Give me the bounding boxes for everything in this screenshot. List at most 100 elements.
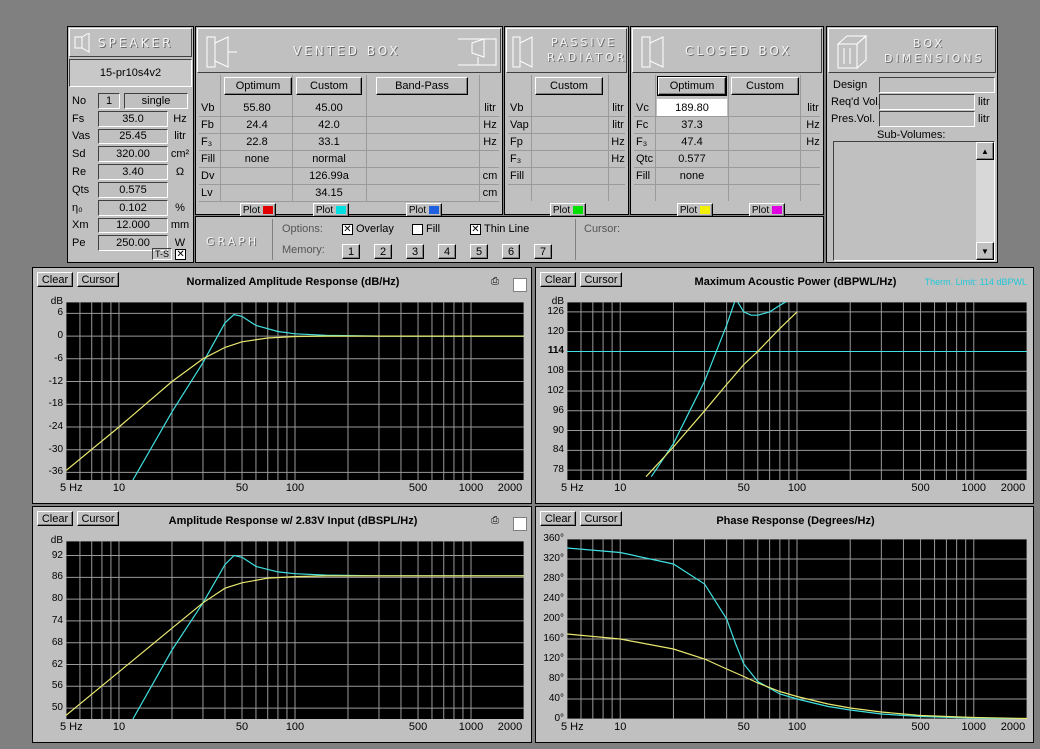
fill-checkbox[interactable] [412, 223, 423, 235]
closed-cus-2[interactable] [729, 133, 799, 150]
pres-vol-field[interactable] [879, 111, 975, 127]
memory-button-2[interactable]: 2 [374, 244, 392, 259]
chart-clear-button-1[interactable]: Clear [540, 272, 576, 287]
vented-bandpass-button[interactable]: Band-Pass [376, 77, 468, 95]
vented-cus-3[interactable]: normal [294, 150, 364, 167]
closed-cus-4[interactable] [729, 167, 799, 184]
closed-optimum-button[interactable]: Optimum [657, 76, 727, 96]
vented-cus-1[interactable]: 42.0 [294, 116, 364, 133]
plot-svg-2[interactable] [66, 541, 524, 719]
closed-cus-3[interactable] [729, 150, 799, 167]
thin-line-checkbox[interactable]: ✕ [470, 223, 481, 235]
param-extra-0[interactable]: single [124, 93, 188, 109]
vented-cus-5[interactable]: 34.15 [294, 184, 364, 201]
thin-line-option[interactable]: ✕ Thin Line [470, 223, 529, 235]
param-value-4[interactable]: 3.40 [98, 164, 168, 180]
chart-cursor-button-3[interactable]: Cursor [580, 511, 622, 526]
ts-label: T-S [152, 248, 173, 260]
closed-opt-0[interactable]: 189.80 [657, 99, 727, 116]
closed-cus-0[interactable] [729, 99, 799, 116]
overlay-checkbox[interactable]: ✕ [342, 223, 353, 235]
memory-button-3[interactable]: 3 [406, 244, 424, 259]
vented-opt-3[interactable]: none [222, 150, 292, 167]
print-icon-0[interactable]: ⎙ [491, 276, 509, 288]
passive-null-1[interactable] [533, 116, 607, 133]
passive-row-name-1: Vap [510, 118, 529, 131]
passive-null-4[interactable] [533, 167, 607, 184]
vented-bp-3[interactable] [368, 150, 468, 167]
closed-plot-button-1[interactable]: Plot [749, 203, 785, 217]
design-field[interactable] [879, 77, 995, 93]
closed-cus-1[interactable] [729, 116, 799, 133]
param-value-2[interactable]: 25.45 [98, 128, 168, 145]
vented-plot-button-0[interactable]: Plot [240, 203, 276, 217]
vented-bp-4[interactable] [368, 167, 468, 184]
print-icon-2[interactable]: ⎙ [491, 515, 509, 527]
memory-button-4[interactable]: 4 [438, 244, 456, 259]
plot-svg-3[interactable] [567, 539, 1027, 719]
vented-opt-5[interactable] [222, 184, 292, 201]
closed-opt-4[interactable]: none [657, 167, 727, 184]
scroll-up-button[interactable]: ▲ [976, 142, 994, 160]
passive-custom-button[interactable]: Custom [535, 77, 603, 95]
passive-null-0[interactable] [533, 99, 607, 116]
plot-svg-0[interactable] [66, 302, 524, 480]
vented-bp-5[interactable] [368, 184, 468, 201]
passive-null-3[interactable] [533, 150, 607, 167]
ts-checkbox[interactable]: ✕ [175, 249, 187, 260]
vented-optimum-button[interactable]: Optimum [224, 77, 292, 95]
memory-button-5[interactable]: 5 [470, 244, 488, 259]
param-value-7[interactable]: 12.000 [98, 217, 168, 234]
design-label: Design [833, 79, 868, 91]
scroll-down-button[interactable]: ▼ [976, 242, 994, 260]
chart-cursor-button-1[interactable]: Cursor [580, 272, 622, 287]
param-value-3[interactable]: 320.00 [98, 146, 168, 163]
chart-clear-button-3[interactable]: Clear [540, 511, 576, 526]
vented-plot-button-2[interactable]: Plot [406, 203, 442, 217]
closed-opt-2[interactable]: 47.4 [657, 133, 727, 150]
vented-opt-2[interactable]: 22.8 [222, 133, 292, 150]
reqd-vol-field[interactable] [879, 94, 975, 110]
vented-custom-button[interactable]: Custom [296, 77, 362, 95]
memory-button-7[interactable]: 7 [534, 244, 552, 259]
chart-clear-button-2[interactable]: Clear [37, 511, 73, 526]
memory-button-6[interactable]: 6 [502, 244, 520, 259]
vented-bp-2[interactable] [368, 133, 468, 150]
vented-cus-2[interactable]: 33.1 [294, 133, 364, 150]
vented-bp-1[interactable] [368, 116, 468, 133]
color-square-0[interactable] [513, 278, 527, 292]
subvolumes-scrollbar[interactable]: ▲ ▼ [976, 142, 994, 260]
chart-cursor-button-2[interactable]: Cursor [77, 511, 119, 526]
closed-opt-1[interactable]: 37.3 [657, 116, 727, 133]
vented-cus-4[interactable]: 126.99a [294, 167, 364, 184]
plot-svg-1[interactable] [567, 302, 1027, 480]
vented-plot-button-1[interactable]: Plot [313, 203, 349, 217]
vented-box-icon [206, 36, 237, 68]
memory-button-1[interactable]: 1 [342, 244, 360, 259]
passive-plot-button-0[interactable]: Plot [550, 203, 586, 217]
subvolumes-list[interactable]: ▲ ▼ [833, 141, 995, 261]
closed-plot-button-0[interactable]: Plot [677, 203, 713, 217]
param-value-1[interactable]: 35.0 [98, 110, 168, 127]
xtick-2-0: 5 Hz [60, 721, 83, 733]
param-value-0[interactable]: 1 [98, 93, 120, 109]
passive-null-2[interactable] [533, 133, 607, 150]
vented-opt-4[interactable] [222, 167, 292, 184]
vented-bp-0[interactable] [368, 99, 468, 116]
closed-custom-button[interactable]: Custom [731, 77, 799, 95]
vented-opt-1[interactable]: 24.4 [222, 116, 292, 133]
vented-opt-0[interactable]: 55.80 [222, 99, 292, 116]
overlay-option[interactable]: ✕ Overlay [342, 223, 394, 235]
speaker-model-box[interactable]: 15-pr10s4v2 [69, 59, 192, 87]
xtick-0-5: 1000 [458, 482, 484, 494]
param-value-5[interactable]: 0.575 [98, 182, 168, 198]
chart-clear-button-0[interactable]: Clear [37, 272, 73, 287]
param-value-6[interactable]: 0.102 [98, 199, 168, 216]
color-square-2[interactable] [513, 517, 527, 531]
chart-cursor-button-0[interactable]: Cursor [77, 272, 119, 287]
fill-option[interactable]: Fill [412, 223, 440, 235]
ts-toggle[interactable]: T-S ✕ [152, 248, 189, 260]
vented-cus-0[interactable]: 45.00 [294, 99, 364, 116]
closed-opt-3[interactable]: 0.577 [657, 150, 727, 167]
xtick-1-6: 2000 [1000, 482, 1026, 494]
